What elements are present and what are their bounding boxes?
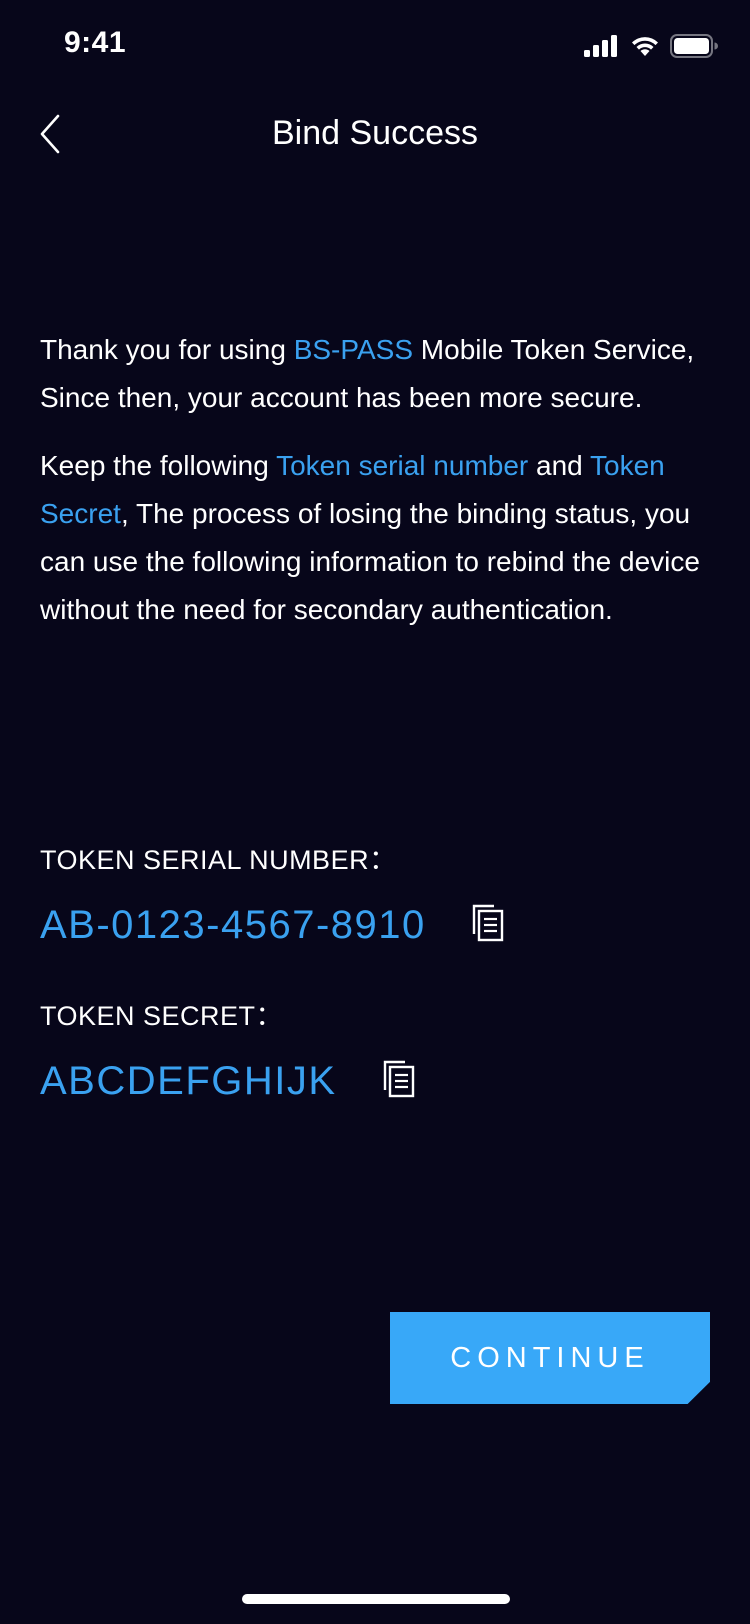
highlight-serial-number: Token serial number bbox=[276, 450, 529, 481]
battery-icon bbox=[670, 34, 718, 63]
token-serial-section: TOKEN SERIAL NUMBER： AB-0123-4567-8910 bbox=[40, 838, 720, 948]
brand-name: BS-PASS bbox=[293, 334, 414, 365]
page-title: Bind Success bbox=[272, 114, 478, 152]
intro-text: Thank you for using bbox=[40, 334, 294, 365]
token-serial-label: TOKEN SERIAL NUMBER： bbox=[40, 845, 397, 875]
status-icons bbox=[584, 34, 718, 63]
token-serial-row: AB-0123-4567-8910 bbox=[40, 903, 720, 948]
token-secret-row: ABCDEFGHIJK bbox=[40, 1059, 720, 1104]
copy-serial-button[interactable] bbox=[470, 904, 506, 947]
wifi-icon bbox=[630, 35, 660, 62]
intro-paragraph-2: Keep the following Token serial number a… bbox=[40, 442, 720, 634]
token-secret-section: TOKEN SECRET： ABCDEFGHIJK bbox=[40, 994, 720, 1104]
token-serial-value: AB-0123-4567-8910 bbox=[40, 903, 426, 947]
intro-section: Thank you for using BS-PASS Mobile Token… bbox=[40, 326, 720, 654]
token-secret-label: TOKEN SECRET： bbox=[40, 1001, 284, 1031]
intro-text: , The process of losing the binding stat… bbox=[40, 498, 700, 625]
copy-icon bbox=[472, 904, 504, 947]
copy-secret-button[interactable] bbox=[381, 1060, 417, 1103]
cellular-signal-icon bbox=[584, 35, 620, 62]
navigation-bar: Bind Success bbox=[0, 92, 750, 180]
continue-button-label: CONTINUE bbox=[450, 1341, 650, 1374]
status-time: 9:41 bbox=[64, 26, 127, 59]
intro-text: Keep the following bbox=[40, 450, 277, 481]
token-secret-value: ABCDEFGHIJK bbox=[40, 1059, 337, 1103]
status-bar: 9:41 bbox=[0, 0, 750, 92]
continue-button[interactable]: CONTINUE bbox=[390, 1312, 710, 1404]
copy-icon bbox=[383, 1060, 415, 1103]
home-indicator[interactable] bbox=[242, 1594, 510, 1604]
intro-text: and bbox=[528, 450, 591, 481]
intro-paragraph-1: Thank you for using BS-PASS Mobile Token… bbox=[40, 326, 720, 422]
